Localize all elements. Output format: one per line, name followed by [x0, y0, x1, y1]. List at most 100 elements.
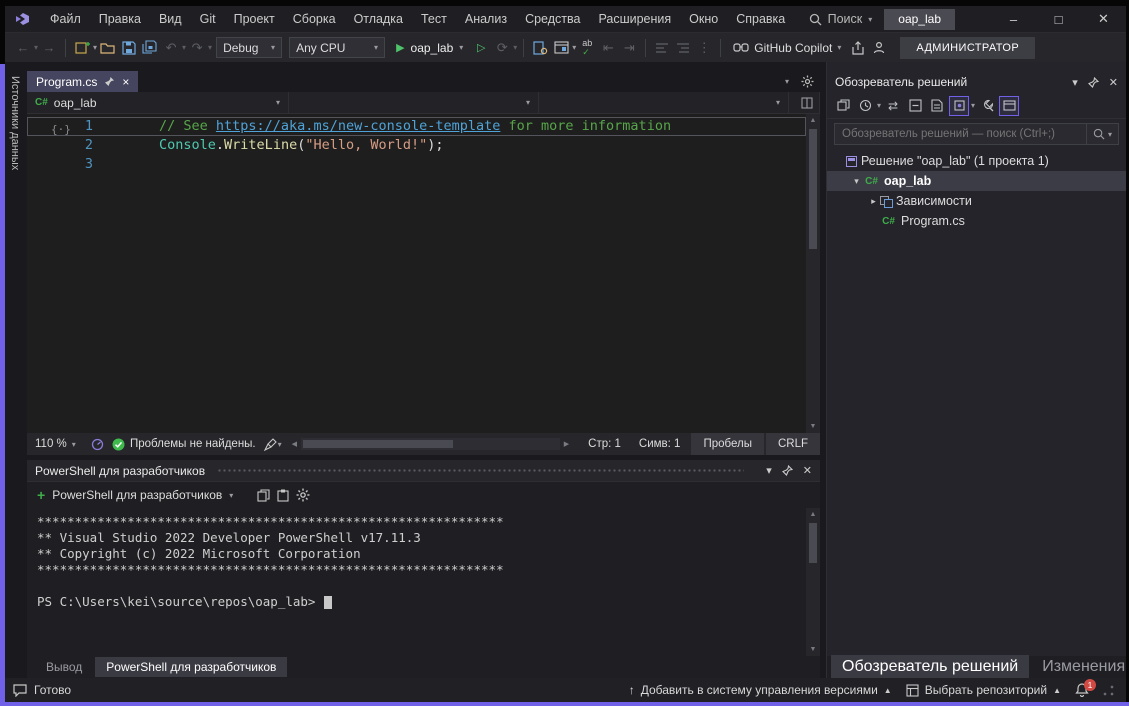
pin-icon[interactable] [1088, 77, 1099, 88]
notifications-bell-icon[interactable]: 1 [1075, 683, 1089, 697]
tree-item[interactable]: ▸Зависимости [827, 191, 1126, 211]
indent-decrease-icon[interactable]: ⇤ [598, 37, 618, 59]
panel-tab[interactable]: Изменения Git [1031, 655, 1126, 678]
hscrollbar-track[interactable] [301, 438, 560, 450]
terminal-profile-caret-icon[interactable]: ▾ [229, 491, 233, 500]
panel-tab[interactable]: Вывод [35, 657, 93, 677]
document-list-dropdown-icon[interactable]: ▾ [785, 77, 789, 86]
redo-caret-icon[interactable]: ▾ [208, 43, 212, 52]
project-dropdown[interactable]: C# oap_lab ▾ [27, 92, 289, 113]
tree-item[interactable]: C#Program.cs [827, 211, 1126, 231]
code-cleanup-caret-icon[interactable]: ▾ [278, 440, 282, 449]
editor-vertical-scrollbar[interactable]: ▲ ▼ [806, 114, 820, 433]
solution-explorer-search[interactable]: ▾ [834, 123, 1119, 145]
panel-position-caret-icon[interactable]: ▾ [1072, 76, 1078, 89]
code-line[interactable]: 1// See https://aka.ms/new-console-templ… [27, 117, 806, 136]
select-repository-button[interactable]: Выбрать репозиторий ▲ [906, 683, 1061, 697]
menu-item-5[interactable]: Сборка [284, 8, 345, 30]
minimize-button[interactable]: – [991, 6, 1036, 32]
filter-caret-icon[interactable]: ▾ [877, 101, 881, 110]
menu-item-4[interactable]: Проект [225, 8, 284, 30]
resize-grip[interactable] [1103, 685, 1114, 696]
editor-options-gear-icon[interactable] [801, 75, 814, 88]
close-button[interactable]: ✕ [1081, 6, 1126, 32]
close-panel-icon[interactable]: ✕ [1109, 76, 1118, 89]
search-icon[interactable]: ▾ [1086, 124, 1118, 144]
spaces-indicator[interactable]: Пробелы [691, 433, 764, 455]
show-all-files-icon[interactable] [927, 96, 947, 116]
debug-target-select[interactable]: Debug ▾ [216, 37, 282, 58]
navigate-backward-caret-icon[interactable]: ▾ [34, 43, 38, 52]
solution-explorer-header[interactable]: Обозреватель решений ▾ ✕ [827, 71, 1126, 93]
pin-icon[interactable] [104, 76, 115, 87]
search-options-caret-icon[interactable]: ▾ [1108, 130, 1112, 139]
outlining-adornment[interactable]: {·} [51, 120, 71, 139]
menu-item-7[interactable]: Тест [412, 8, 456, 30]
menu-item-1[interactable]: Правка [90, 8, 150, 30]
new-project-caret-icon[interactable]: ▾ [93, 43, 97, 52]
github-copilot-button[interactable]: GitHub Copilot ▾ [727, 41, 847, 55]
start-without-debugging-icon[interactable]: ▷ [471, 37, 491, 59]
member-dropdown[interactable]: ▾ [539, 92, 789, 113]
pending-changes-filter-icon[interactable] [855, 96, 875, 116]
find-in-files-icon[interactable] [530, 37, 550, 59]
uncomment-lines-icon[interactable] [673, 37, 693, 59]
add-to-source-control-button[interactable]: ↑ Добавить в систему управления версиями… [629, 683, 892, 697]
scrollbar-track[interactable] [806, 521, 820, 643]
paste-icon[interactable] [277, 489, 289, 502]
collapse-all-icon[interactable] [905, 96, 925, 116]
preview-window-icon[interactable] [551, 37, 571, 59]
tree-item[interactable]: ▾C#oap_lab [827, 171, 1126, 191]
scroll-up-icon[interactable]: ▲ [806, 508, 820, 521]
type-dropdown[interactable]: ▾ [289, 92, 539, 113]
menu-item-11[interactable]: Окно [680, 8, 727, 30]
expander-collapsed-icon[interactable]: ▸ [867, 196, 880, 207]
scrollbar-track[interactable] [806, 127, 820, 420]
menu-item-2[interactable]: Вид [150, 8, 191, 30]
solution-search-input[interactable] [835, 128, 1086, 140]
code-line[interactable]: 3 [27, 155, 806, 174]
search-dropdown-caret-icon[interactable]: ▾ [868, 15, 872, 24]
line-ending-indicator[interactable]: CRLF [766, 433, 820, 455]
navigate-backward-icon[interactable]: ← [13, 37, 33, 59]
live-share-icon[interactable] [869, 37, 889, 59]
problems-indicator[interactable]: Проблемы не найдены. [104, 438, 264, 451]
pin-icon[interactable] [782, 465, 793, 476]
navigate-forward-icon[interactable]: → [39, 37, 59, 59]
scrollbar-thumb[interactable] [809, 129, 817, 249]
indent-increase-icon[interactable]: ⇥ [619, 37, 639, 59]
maximize-button[interactable]: □ [1036, 6, 1081, 32]
terminal-panel-header[interactable]: PowerShell для разработчиков ▾ ✕ [27, 460, 820, 482]
scroll-right-icon[interactable]: ▶ [560, 440, 573, 448]
preview-selected-items-icon[interactable] [999, 96, 1019, 116]
open-file-icon[interactable] [98, 37, 118, 59]
save-all-icon[interactable] [140, 37, 160, 59]
split-window-icon[interactable] [801, 97, 813, 109]
undo-caret-icon[interactable]: ▾ [182, 43, 186, 52]
spell-check-icon[interactable]: ab✓ [577, 37, 597, 59]
menu-item-6[interactable]: Отладка [345, 8, 412, 30]
scroll-down-icon[interactable]: ▼ [806, 643, 820, 656]
start-debugging-button[interactable]: ▶ oap_lab ▾ [389, 41, 470, 55]
comment-lines-icon[interactable] [652, 37, 672, 59]
hscrollbar-thumb[interactable] [303, 440, 453, 448]
char-indicator[interactable]: Симв: 1 [630, 438, 690, 450]
menu-item-8[interactable]: Анализ [456, 8, 516, 30]
share-icon[interactable] [848, 37, 868, 59]
switch-views-icon[interactable] [833, 96, 853, 116]
scroll-left-icon[interactable]: ◀ [288, 440, 301, 448]
tree-item[interactable]: Решение "oap_lab" (1 проекта 1) [827, 151, 1126, 171]
expander-expanded-icon[interactable]: ▾ [850, 176, 863, 187]
scroll-up-icon[interactable]: ▲ [806, 114, 820, 127]
code-editor[interactable]: {·} 1// See https://aka.ms/new-console-t… [27, 114, 820, 433]
data-sources-tab[interactable]: Источники данных [9, 76, 21, 170]
close-tab-icon[interactable]: × [122, 75, 129, 89]
new-terminal-icon[interactable]: + [37, 487, 45, 503]
sync-with-active-document-icon[interactable]: ⇄ [883, 96, 903, 116]
zoom-select[interactable]: 110 % ▾ [35, 438, 91, 450]
panel-tab[interactable]: PowerShell для разработчиков [95, 657, 287, 677]
preview-window-caret-icon[interactable]: ▾ [572, 43, 576, 52]
hot-reload-icon[interactable]: ⟳ [492, 37, 512, 59]
properties-icon[interactable] [977, 96, 997, 116]
scrollbar-thumb[interactable] [809, 523, 817, 563]
